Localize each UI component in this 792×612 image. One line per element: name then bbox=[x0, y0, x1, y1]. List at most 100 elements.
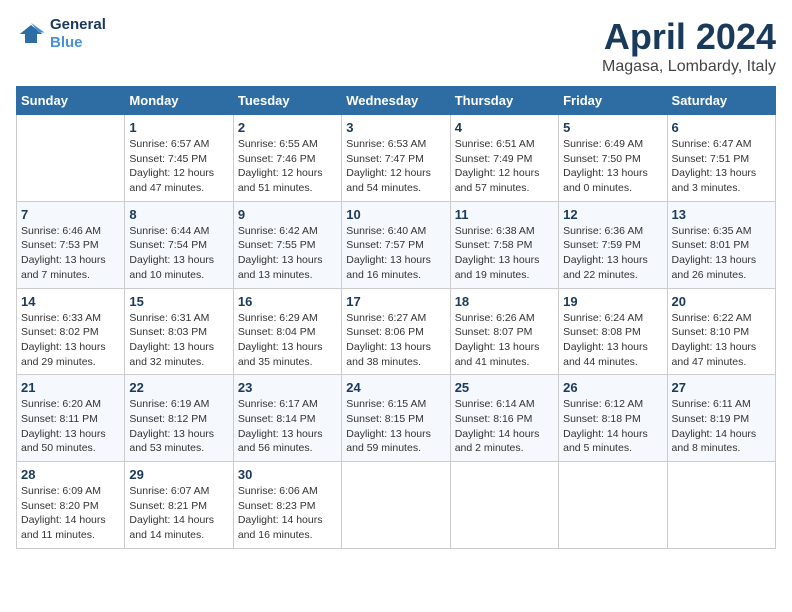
day-number: 2 bbox=[238, 120, 337, 135]
col-header-saturday: Saturday bbox=[667, 87, 775, 115]
day-number: 28 bbox=[21, 467, 120, 482]
calendar-cell: 28 Sunrise: 6:09 AM Sunset: 8:20 PM Dayli… bbox=[17, 462, 125, 549]
calendar-cell bbox=[17, 115, 125, 202]
day-info: Sunrise: 6:07 AM Sunset: 8:21 PM Dayligh… bbox=[129, 484, 228, 543]
day-info: Sunrise: 6:17 AM Sunset: 8:14 PM Dayligh… bbox=[238, 397, 337, 456]
calendar-cell: 21 Sunrise: 6:20 AM Sunset: 8:11 PM Dayli… bbox=[17, 375, 125, 462]
day-info: Sunrise: 6:29 AM Sunset: 8:04 PM Dayligh… bbox=[238, 311, 337, 370]
calendar-cell: 1Sunrise: 6:57 AM Sunset: 7:45 PM Daylig… bbox=[125, 115, 233, 202]
calendar-cell: 2 Sunrise: 6:55 AM Sunset: 7:46 PM Daylig… bbox=[233, 115, 341, 202]
calendar-cell: 16 Sunrise: 6:29 AM Sunset: 8:04 PM Dayli… bbox=[233, 288, 341, 375]
calendar-cell: 9 Sunrise: 6:42 AM Sunset: 7:55 PM Daylig… bbox=[233, 201, 341, 288]
calendar-cell: 4 Sunrise: 6:51 AM Sunset: 7:49 PM Daylig… bbox=[450, 115, 558, 202]
page-header: General Blue April 2024 Magasa, Lombardy… bbox=[16, 16, 776, 76]
calendar-cell: 10 Sunrise: 6:40 AM Sunset: 7:57 PM Dayli… bbox=[342, 201, 450, 288]
logo: General Blue bbox=[16, 16, 106, 52]
title-block: April 2024 Magasa, Lombardy, Italy bbox=[602, 16, 776, 76]
day-info: Sunrise: 6:53 AM Sunset: 7:47 PM Dayligh… bbox=[346, 137, 445, 196]
calendar-cell: 26 Sunrise: 6:12 AM Sunset: 8:18 PM Dayli… bbox=[559, 375, 667, 462]
day-info: Sunrise: 6:20 AM Sunset: 8:11 PM Dayligh… bbox=[21, 397, 120, 456]
day-number: 23 bbox=[238, 380, 337, 395]
day-number: 14 bbox=[21, 294, 120, 309]
col-header-wednesday: Wednesday bbox=[342, 87, 450, 115]
day-info: Sunrise: 6:15 AM Sunset: 8:15 PM Dayligh… bbox=[346, 397, 445, 456]
logo-text: General Blue bbox=[50, 16, 106, 52]
day-number: 20 bbox=[672, 294, 771, 309]
calendar-cell: 15 Sunrise: 6:31 AM Sunset: 8:03 PM Dayli… bbox=[125, 288, 233, 375]
calendar-cell: 23 Sunrise: 6:17 AM Sunset: 8:14 PM Dayli… bbox=[233, 375, 341, 462]
calendar-cell: 5Sunrise: 6:49 AM Sunset: 7:50 PM Daylig… bbox=[559, 115, 667, 202]
calendar-cell: 17 Sunrise: 6:27 AM Sunset: 8:06 PM Dayli… bbox=[342, 288, 450, 375]
day-number: 27 bbox=[672, 380, 771, 395]
calendar-cell: 30Sunrise: 6:06 AM Sunset: 8:23 PM Dayli… bbox=[233, 462, 341, 549]
day-info: Sunrise: 6:42 AM Sunset: 7:55 PM Dayligh… bbox=[238, 224, 337, 283]
calendar-cell: 19 Sunrise: 6:24 AM Sunset: 8:08 PM Dayli… bbox=[559, 288, 667, 375]
day-number: 4 bbox=[455, 120, 554, 135]
day-number: 11 bbox=[455, 207, 554, 222]
day-info: Sunrise: 6:11 AM Sunset: 8:19 PM Dayligh… bbox=[672, 397, 771, 456]
calendar-cell: 11 Sunrise: 6:38 AM Sunset: 7:58 PM Dayli… bbox=[450, 201, 558, 288]
day-number: 3 bbox=[346, 120, 445, 135]
day-info: Sunrise: 6:31 AM Sunset: 8:03 PM Dayligh… bbox=[129, 311, 228, 370]
day-number: 26 bbox=[563, 380, 662, 395]
calendar-cell: 24 Sunrise: 6:15 AM Sunset: 8:15 PM Dayli… bbox=[342, 375, 450, 462]
day-info: Sunrise: 6:38 AM Sunset: 7:58 PM Dayligh… bbox=[455, 224, 554, 283]
day-number: 7 bbox=[21, 207, 120, 222]
day-info: Sunrise: 6:40 AM Sunset: 7:57 PM Dayligh… bbox=[346, 224, 445, 283]
day-number: 6 bbox=[672, 120, 771, 135]
calendar-cell: 18 Sunrise: 6:26 AM Sunset: 8:07 PM Dayli… bbox=[450, 288, 558, 375]
day-info: Sunrise: 6:46 AM Sunset: 7:53 PM Dayligh… bbox=[21, 224, 120, 283]
day-info: Sunrise: 6:27 AM Sunset: 8:06 PM Dayligh… bbox=[346, 311, 445, 370]
col-header-friday: Friday bbox=[559, 87, 667, 115]
day-number: 5 bbox=[563, 120, 662, 135]
day-info: Sunrise: 6:19 AM Sunset: 8:12 PM Dayligh… bbox=[129, 397, 228, 456]
col-header-monday: Monday bbox=[125, 87, 233, 115]
calendar-cell: 22 Sunrise: 6:19 AM Sunset: 8:12 PM Dayli… bbox=[125, 375, 233, 462]
day-info: Sunrise: 6:55 AM Sunset: 7:46 PM Dayligh… bbox=[238, 137, 337, 196]
calendar-cell bbox=[342, 462, 450, 549]
calendar-cell: 12Sunrise: 6:36 AM Sunset: 7:59 PM Dayli… bbox=[559, 201, 667, 288]
calendar-cell bbox=[559, 462, 667, 549]
day-number: 8 bbox=[129, 207, 228, 222]
day-info: Sunrise: 6:14 AM Sunset: 8:16 PM Dayligh… bbox=[455, 397, 554, 456]
day-number: 29 bbox=[129, 467, 228, 482]
day-info: Sunrise: 6:47 AM Sunset: 7:51 PM Dayligh… bbox=[672, 137, 771, 196]
calendar-cell: 27 Sunrise: 6:11 AM Sunset: 8:19 PM Dayli… bbox=[667, 375, 775, 462]
day-info: Sunrise: 6:26 AM Sunset: 8:07 PM Dayligh… bbox=[455, 311, 554, 370]
calendar-cell: 25Sunrise: 6:14 AM Sunset: 8:16 PM Dayli… bbox=[450, 375, 558, 462]
logo-icon bbox=[16, 19, 46, 49]
day-number: 13 bbox=[672, 207, 771, 222]
day-info: Sunrise: 6:35 AM Sunset: 8:01 PM Dayligh… bbox=[672, 224, 771, 283]
col-header-thursday: Thursday bbox=[450, 87, 558, 115]
day-number: 22 bbox=[129, 380, 228, 395]
col-header-sunday: Sunday bbox=[17, 87, 125, 115]
day-number: 10 bbox=[346, 207, 445, 222]
month-year-title: April 2024 bbox=[602, 16, 776, 58]
day-number: 24 bbox=[346, 380, 445, 395]
day-info: Sunrise: 6:12 AM Sunset: 8:18 PM Dayligh… bbox=[563, 397, 662, 456]
calendar-cell: 6 Sunrise: 6:47 AM Sunset: 7:51 PM Daylig… bbox=[667, 115, 775, 202]
day-number: 1 bbox=[129, 120, 228, 135]
day-number: 21 bbox=[21, 380, 120, 395]
calendar-cell bbox=[450, 462, 558, 549]
day-info: Sunrise: 6:09 AM Sunset: 8:20 PM Dayligh… bbox=[21, 484, 120, 543]
day-info: Sunrise: 6:51 AM Sunset: 7:49 PM Dayligh… bbox=[455, 137, 554, 196]
day-number: 16 bbox=[238, 294, 337, 309]
calendar-cell: 8Sunrise: 6:44 AM Sunset: 7:54 PM Daylig… bbox=[125, 201, 233, 288]
day-info: Sunrise: 6:24 AM Sunset: 8:08 PM Dayligh… bbox=[563, 311, 662, 370]
day-number: 15 bbox=[129, 294, 228, 309]
day-number: 9 bbox=[238, 207, 337, 222]
calendar-cell: 13 Sunrise: 6:35 AM Sunset: 8:01 PM Dayli… bbox=[667, 201, 775, 288]
calendar-cell: 14 Sunrise: 6:33 AM Sunset: 8:02 PM Dayli… bbox=[17, 288, 125, 375]
day-info: Sunrise: 6:33 AM Sunset: 8:02 PM Dayligh… bbox=[21, 311, 120, 370]
day-number: 18 bbox=[455, 294, 554, 309]
location-subtitle: Magasa, Lombardy, Italy bbox=[602, 58, 776, 76]
day-number: 30 bbox=[238, 467, 337, 482]
calendar-cell: 20 Sunrise: 6:22 AM Sunset: 8:10 PM Dayli… bbox=[667, 288, 775, 375]
day-number: 17 bbox=[346, 294, 445, 309]
day-info: Sunrise: 6:22 AM Sunset: 8:10 PM Dayligh… bbox=[672, 311, 771, 370]
calendar-table: SundayMondayTuesdayWednesdayThursdayFrid… bbox=[16, 86, 776, 549]
calendar-cell: 7 Sunrise: 6:46 AM Sunset: 7:53 PM Daylig… bbox=[17, 201, 125, 288]
day-number: 19 bbox=[563, 294, 662, 309]
day-number: 12 bbox=[563, 207, 662, 222]
